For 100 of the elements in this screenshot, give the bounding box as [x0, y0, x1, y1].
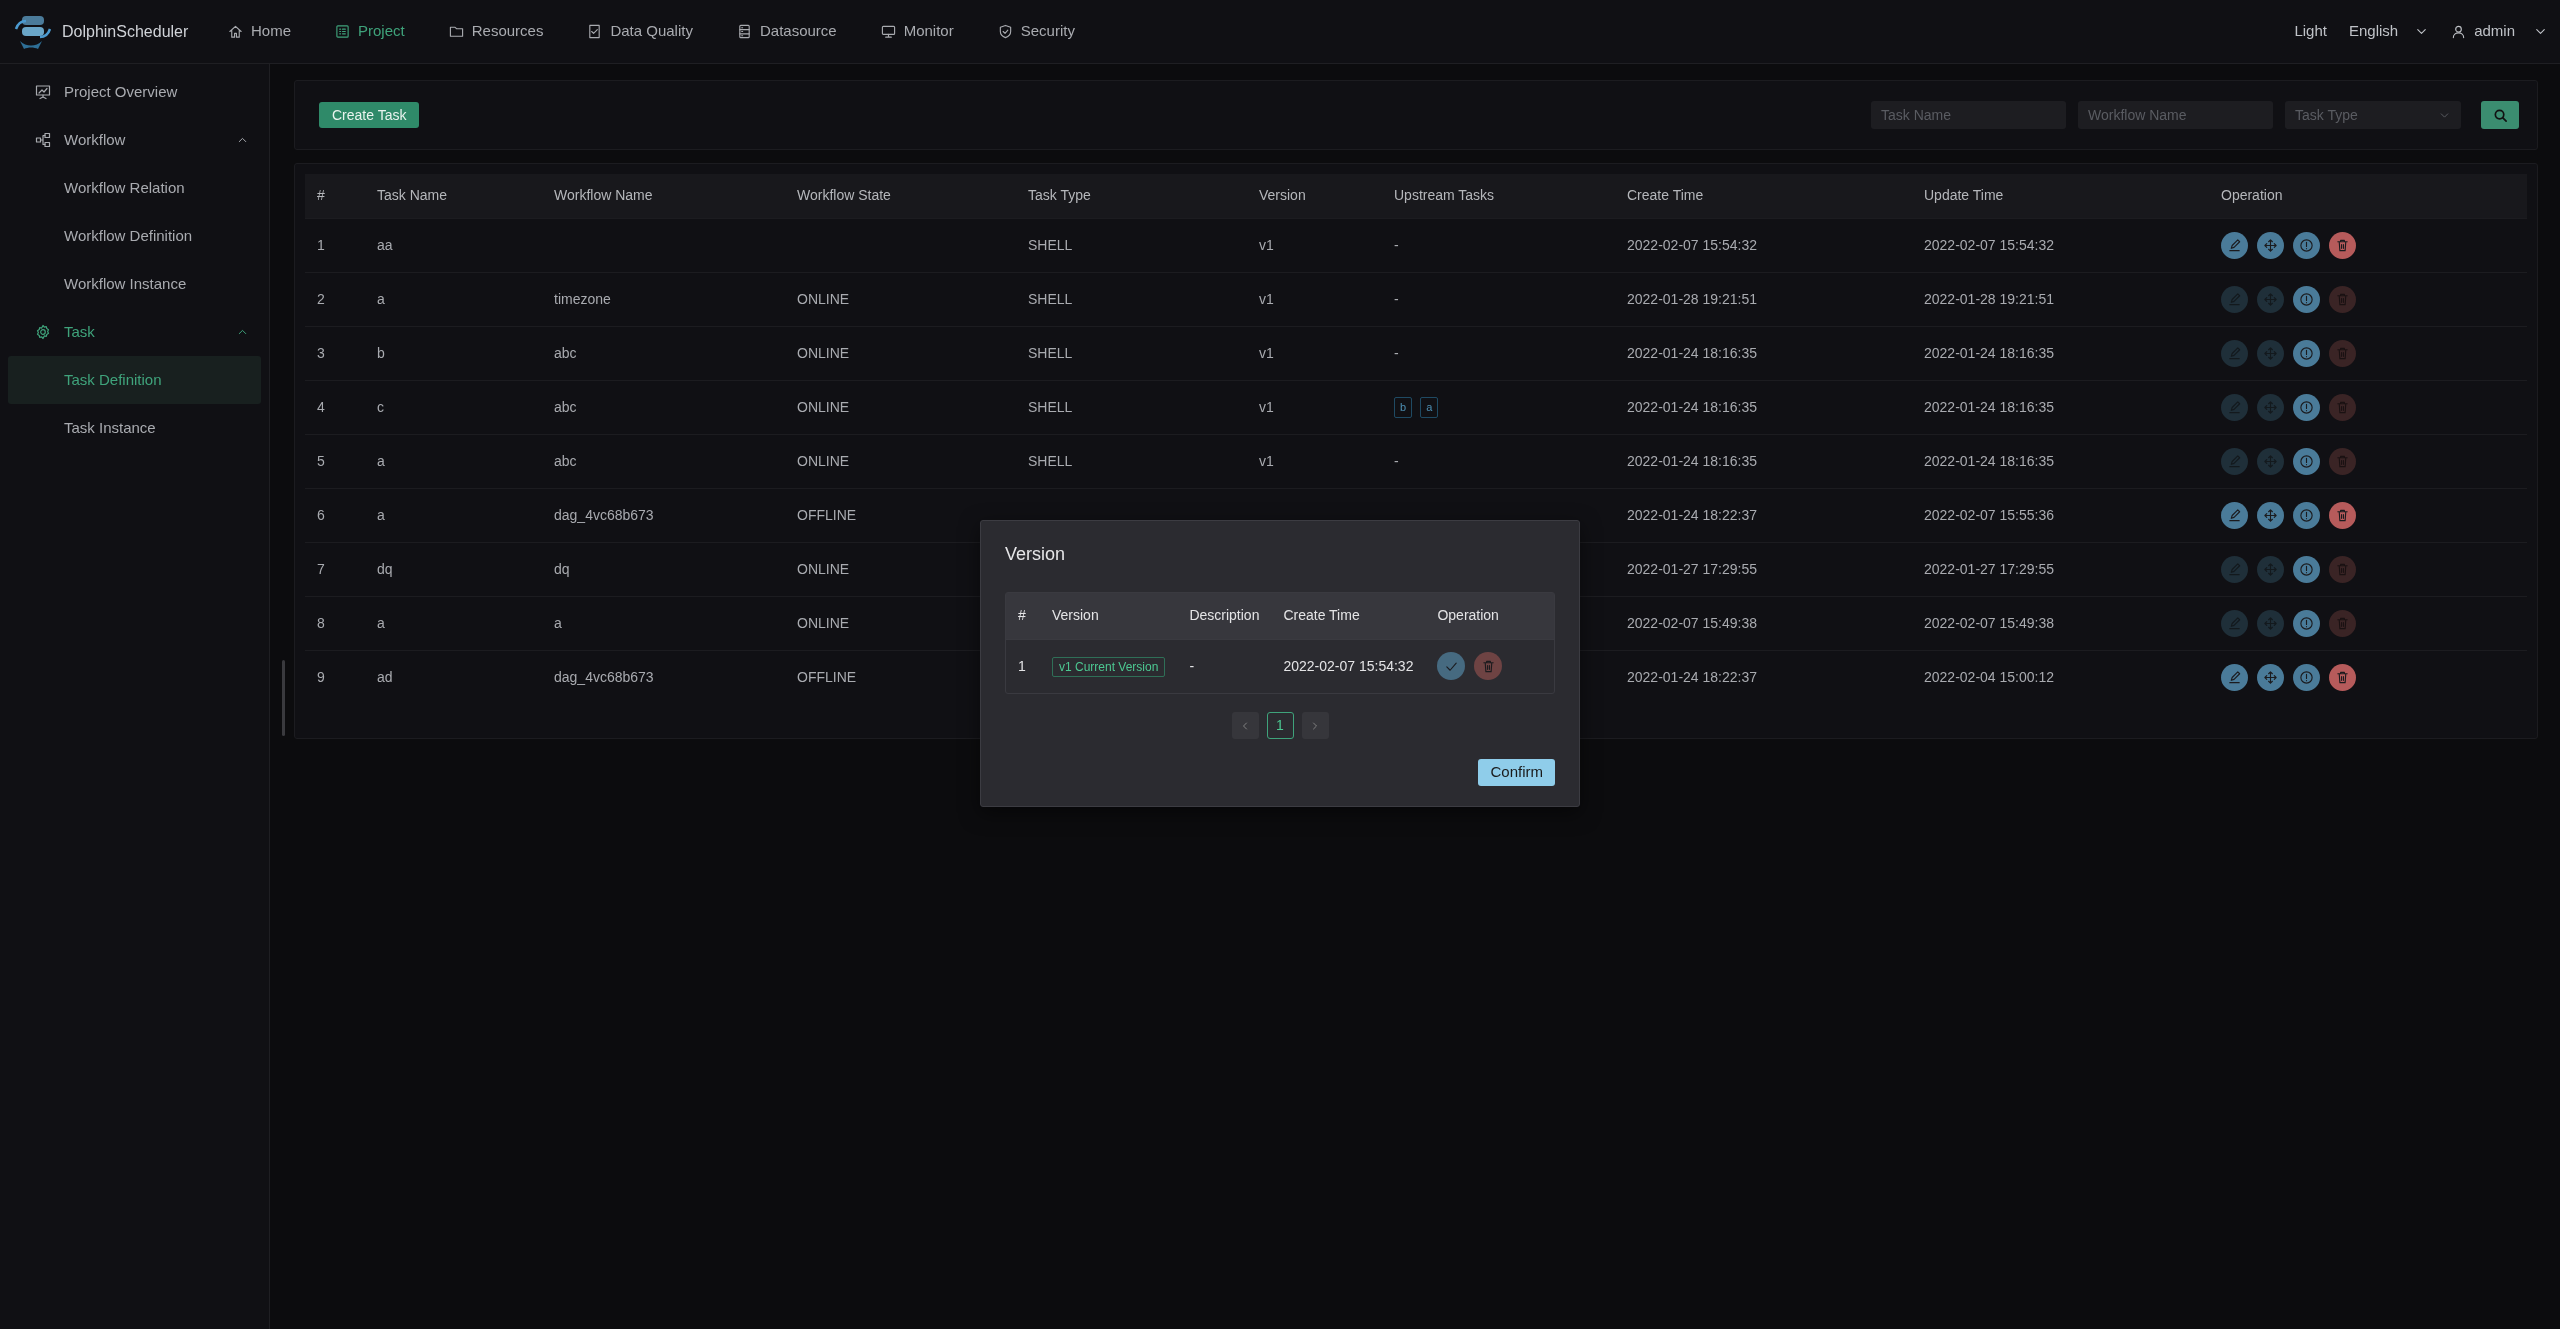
info-button[interactable]: [2293, 285, 2320, 313]
exclamation-icon: [2299, 237, 2314, 253]
info-button[interactable]: [2293, 339, 2320, 367]
monitor-icon: [880, 24, 896, 39]
filter-field[interactable]: Workflow Name: [2078, 101, 2273, 129]
sidebar-subitem[interactable]: Task Definition: [8, 356, 261, 404]
table-cell: v1: [1247, 380, 1382, 434]
info-button[interactable]: [2293, 663, 2320, 691]
nav-tab[interactable]: Data Quality: [587, 20, 693, 43]
info-button[interactable]: [2293, 447, 2320, 475]
sidebar-item[interactable]: Project Overview: [0, 68, 269, 116]
table-cell: 8: [305, 596, 365, 650]
move-icon: [2263, 561, 2278, 577]
table-cell: -: [1177, 639, 1272, 693]
info-button[interactable]: [2293, 609, 2320, 637]
delete-button[interactable]: [1474, 652, 1503, 681]
table-cell: ONLINE: [785, 272, 1016, 326]
edit-button[interactable]: [2221, 663, 2248, 691]
trash-icon: [2335, 507, 2350, 523]
table-cell: 2: [305, 272, 365, 326]
info-button[interactable]: [2293, 555, 2320, 583]
home-icon: [228, 24, 243, 39]
table-cell: v1: [1247, 326, 1382, 380]
task-tag: a: [1420, 397, 1439, 418]
sidebar-item[interactable]: Workflow: [0, 116, 269, 164]
sidebar-subitem[interactable]: Workflow Definition: [8, 212, 261, 260]
shield-icon: [997, 24, 1013, 39]
info-button[interactable]: [2293, 501, 2320, 529]
delete-button[interactable]: [2329, 501, 2356, 529]
table-cell: 6: [305, 488, 365, 542]
info-button[interactable]: [2293, 231, 2320, 259]
table-cell: a: [365, 434, 542, 488]
table-cell: 2022-01-24 18:22:37: [1615, 650, 1912, 704]
pencil-icon: [2227, 291, 2242, 307]
sidebar-subitem[interactable]: Workflow Instance: [8, 260, 261, 308]
table-cell: c: [365, 380, 542, 434]
pencil-icon: [2227, 237, 2242, 253]
create-task-button[interactable]: Create Task: [319, 102, 420, 128]
confirm-button[interactable]: Confirm: [1478, 759, 1555, 786]
table-cell: 2022-02-07 15:49:38: [1912, 596, 2209, 650]
nav-tab[interactable]: Resources: [448, 20, 544, 43]
delete-button[interactable]: [2329, 663, 2356, 691]
table-cell: 2022-01-27 17:29:55: [1912, 542, 2209, 596]
folder-icon: [448, 24, 464, 39]
table-cell: -: [1382, 218, 1615, 272]
exclamation-icon: [2299, 669, 2314, 685]
table-cell: -: [1382, 434, 1615, 488]
edit-button[interactable]: [2221, 231, 2248, 259]
table-cell: aa: [365, 218, 542, 272]
task-tag: b: [1394, 397, 1413, 418]
hierarchy-icon: [35, 132, 51, 148]
nav-tab[interactable]: Project: [335, 20, 405, 43]
sidebar-subitem[interactable]: Task Instance: [8, 404, 261, 452]
nav-tab[interactable]: Home: [228, 20, 291, 43]
previous-page-button[interactable]: [1231, 712, 1259, 739]
column-header: Upstream Tasks: [1382, 174, 1615, 218]
table-cell: SHELL: [1016, 434, 1247, 488]
theme-toggle[interactable]: Light: [2294, 20, 2327, 43]
filter-field[interactable]: Task Name: [1871, 101, 2066, 129]
resize-handle[interactable]: [282, 660, 285, 736]
language-dropdown[interactable]: English: [2348, 20, 2430, 43]
nav-tab[interactable]: Datasource: [736, 20, 837, 43]
move-icon: [2263, 237, 2278, 253]
move-button[interactable]: [2257, 663, 2284, 691]
table-cell: 2022-01-24 18:16:35: [1615, 434, 1912, 488]
move-button[interactable]: [2257, 501, 2284, 529]
table-cell: dq: [365, 542, 542, 596]
page-button[interactable]: 1: [1266, 712, 1294, 739]
user-menu[interactable]: admin: [2451, 20, 2548, 43]
nav-tab[interactable]: Security: [997, 20, 1075, 43]
column-header: #: [1006, 593, 1040, 639]
table-cell: a: [542, 596, 785, 650]
table-cell: 2022-02-07 15:54:32: [1271, 639, 1426, 693]
table-cell: abc: [542, 326, 785, 380]
table-cell: 2022-01-24 18:16:35: [1912, 434, 2209, 488]
nav-tab[interactable]: Monitor: [880, 20, 954, 43]
delete-button[interactable]: [2329, 231, 2356, 259]
info-button[interactable]: [2293, 393, 2320, 421]
table-cell: SHELL: [1016, 326, 1247, 380]
pencil-icon: [2227, 345, 2242, 361]
table-cell: b: [365, 326, 542, 380]
table-cell: 2022-01-24 18:22:37: [1615, 488, 1912, 542]
move-icon: [2263, 615, 2278, 631]
list-icon: [335, 24, 350, 39]
search-button[interactable]: [2481, 101, 2519, 129]
edit-button[interactable]: [2221, 501, 2248, 529]
table-cell: 1: [1006, 639, 1040, 693]
table-cell: SHELL: [1016, 272, 1247, 326]
column-header: Operation: [1425, 593, 1554, 639]
column-header: #: [305, 174, 365, 218]
switch-version-button[interactable]: [1437, 652, 1466, 681]
table-cell: 7: [305, 542, 365, 596]
trash-icon: [2335, 237, 2350, 253]
move-button[interactable]: [2257, 231, 2284, 259]
next-page-button[interactable]: [1301, 712, 1329, 739]
server-icon: [736, 24, 752, 39]
trash-icon: [2335, 345, 2350, 361]
sidebar-subitem[interactable]: Workflow Relation: [8, 164, 261, 212]
move-icon: [2263, 453, 2278, 469]
sidebar-item[interactable]: Task: [0, 308, 269, 356]
